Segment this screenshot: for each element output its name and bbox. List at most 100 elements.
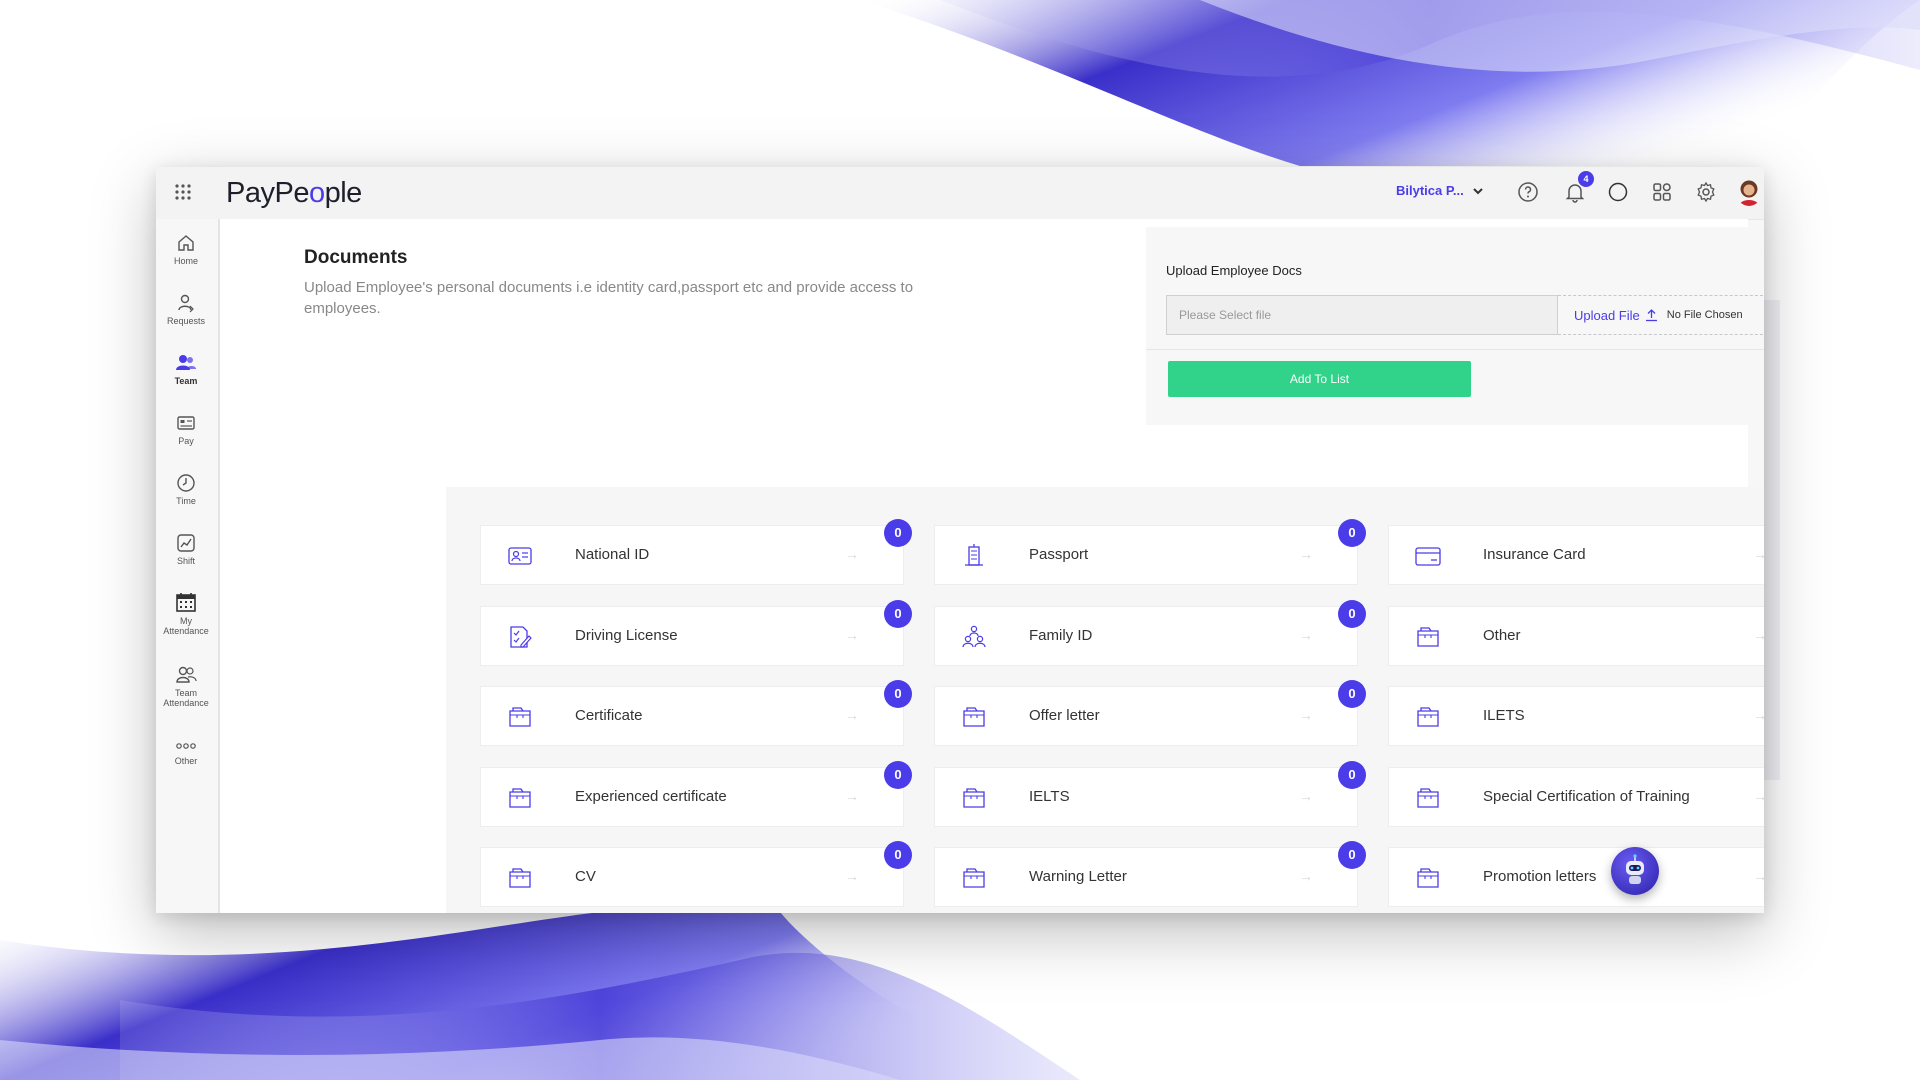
document-card-other[interactable]: Other → [1388, 606, 1764, 666]
panel-divider [1146, 349, 1764, 350]
file-select-input[interactable]: Please Select file [1166, 295, 1558, 335]
arrow-right-icon: → [845, 868, 859, 884]
app-window: PayPeople Bilytica P... 4 Home Requests … [156, 167, 1764, 913]
avatar[interactable] [1736, 178, 1762, 206]
company-selector[interactable]: Bilytica P... [1396, 183, 1484, 198]
sidebar-item-pay[interactable]: Pay [156, 413, 216, 446]
company-name: Bilytica P... [1396, 183, 1464, 198]
page-title: Documents [304, 247, 408, 268]
document-card-passport[interactable]: Passport → [934, 525, 1358, 585]
sidebar-label-my-attendance: My Attendance [163, 616, 209, 636]
document-label: Passport [1029, 546, 1089, 563]
folder-icon [509, 868, 531, 888]
arrow-right-icon: → [1753, 546, 1764, 562]
sidebar-item-shift[interactable]: Shift [156, 533, 216, 566]
sidebar-item-team-attendance[interactable]: Team Attendance [156, 665, 216, 708]
folder-icon [509, 707, 531, 727]
document-card-national-id[interactable]: National ID → [480, 525, 904, 585]
arrow-right-icon: → [1299, 788, 1313, 804]
document-label: Experienced certificate [575, 788, 727, 805]
document-label: National ID [575, 546, 650, 563]
document-count-badge: 0 [884, 680, 912, 708]
upload-icon[interactable] [1645, 308, 1658, 322]
pay-icon [177, 416, 195, 430]
sidebar-label-team: Team [174, 376, 198, 386]
folder-icon [963, 788, 985, 808]
document-label: ILETS [1483, 707, 1525, 724]
arrow-right-icon: → [1299, 868, 1313, 884]
apps-icon[interactable] [1650, 180, 1674, 204]
license-icon [510, 626, 532, 648]
sidebar-label-home: Home [173, 256, 198, 266]
document-label: IELTS [1029, 788, 1070, 805]
folder-icon [1417, 788, 1439, 808]
arrow-right-icon: → [845, 627, 859, 643]
notification-badge: 4 [1578, 171, 1594, 187]
chatbot-button[interactable] [1611, 847, 1659, 895]
folder-icon [1417, 868, 1439, 888]
page-description: Upload Employee's personal documents i.e… [304, 279, 914, 317]
more-icon [176, 743, 196, 749]
document-count-badge: 0 [1338, 600, 1366, 628]
app-logo[interactable]: PayPeople [226, 175, 362, 211]
document-label: Insurance Card [1483, 546, 1586, 563]
document-count-badge: 0 [1338, 841, 1366, 869]
document-count-badge: 0 [1338, 680, 1366, 708]
document-count-badge: 0 [1338, 761, 1366, 789]
arrow-right-icon: → [845, 546, 859, 562]
arrow-right-icon: → [845, 707, 859, 723]
document-label: Other [1483, 627, 1521, 644]
logo-text-end: ple [324, 177, 363, 209]
card-icon [1415, 547, 1441, 566]
documents-panel: National ID → 0 Passport → 0 Insurance Card → 0 D… [446, 487, 1764, 913]
document-card-ilets[interactable]: ILETS → [1388, 686, 1764, 746]
document-label: Certificate [575, 707, 643, 724]
document-card-cv[interactable]: CV → [480, 847, 904, 907]
folder-icon [963, 868, 985, 888]
document-count-badge: 0 [1338, 519, 1366, 547]
document-card-certificate[interactable]: Certificate → [480, 686, 904, 746]
document-label: Driving License [575, 627, 678, 644]
gear-icon[interactable] [1694, 180, 1718, 204]
document-card-promotion-letters[interactable]: Promotion letters → [1388, 847, 1764, 907]
document-card-insurance-card[interactable]: Insurance Card → [1388, 525, 1764, 585]
sidebar-item-my-attendance[interactable]: My Attendance [156, 591, 216, 636]
add-to-list-button[interactable]: Add To List [1168, 361, 1471, 397]
theme-icon[interactable] [1606, 180, 1630, 204]
document-label: Promotion letters [1483, 868, 1597, 885]
arrow-right-icon: → [1299, 546, 1313, 562]
document-card-offer-letter[interactable]: Offer letter → [934, 686, 1358, 746]
document-card-warning-letter[interactable]: Warning Letter → [934, 847, 1358, 907]
arrow-right-icon: → [1753, 707, 1764, 723]
arrow-right-icon: → [1753, 627, 1764, 643]
document-card-experienced-certificate[interactable]: Experienced certificate → [480, 767, 904, 827]
sidebar-label-pay: Pay [178, 436, 194, 446]
folder-icon [1417, 627, 1439, 647]
sidebar-item-team[interactable]: Team [156, 353, 216, 386]
arrow-right-icon: → [1299, 707, 1313, 723]
upload-panel: Upload Employee Docs Please Select file … [1146, 227, 1764, 425]
document-card-special-certification-of-training[interactable]: Special Certification of Training → [1388, 767, 1764, 827]
folder-icon [963, 707, 985, 727]
shift-icon [177, 534, 195, 552]
sidebar-item-time[interactable]: Time [156, 473, 216, 506]
grid-icon[interactable] [174, 183, 192, 201]
sidebar-item-home[interactable]: Home [156, 233, 216, 266]
document-label: Warning Letter [1029, 868, 1127, 885]
home-icon [178, 235, 194, 251]
document-label: Special Certification of Training [1483, 788, 1690, 805]
document-count-badge: 0 [884, 841, 912, 869]
document-card-ielts[interactable]: IELTS → [934, 767, 1358, 827]
sidebar-item-other[interactable]: Other [156, 739, 216, 766]
file-chooser: Upload File No File Chosen [1558, 295, 1764, 335]
folder-icon [1417, 707, 1439, 727]
sidebar-item-requests[interactable]: Requests [156, 293, 216, 326]
document-card-driving-license[interactable]: Driving License → [480, 606, 904, 666]
arrow-right-icon: → [1753, 868, 1764, 884]
document-card-family-id[interactable]: Family ID → [934, 606, 1358, 666]
team-attendance-icon [176, 666, 197, 683]
help-icon[interactable] [1516, 180, 1540, 204]
sidebar-label-shift: Shift [176, 556, 195, 566]
upload-file-button[interactable]: Upload File [1574, 308, 1640, 323]
building-icon [965, 544, 983, 566]
